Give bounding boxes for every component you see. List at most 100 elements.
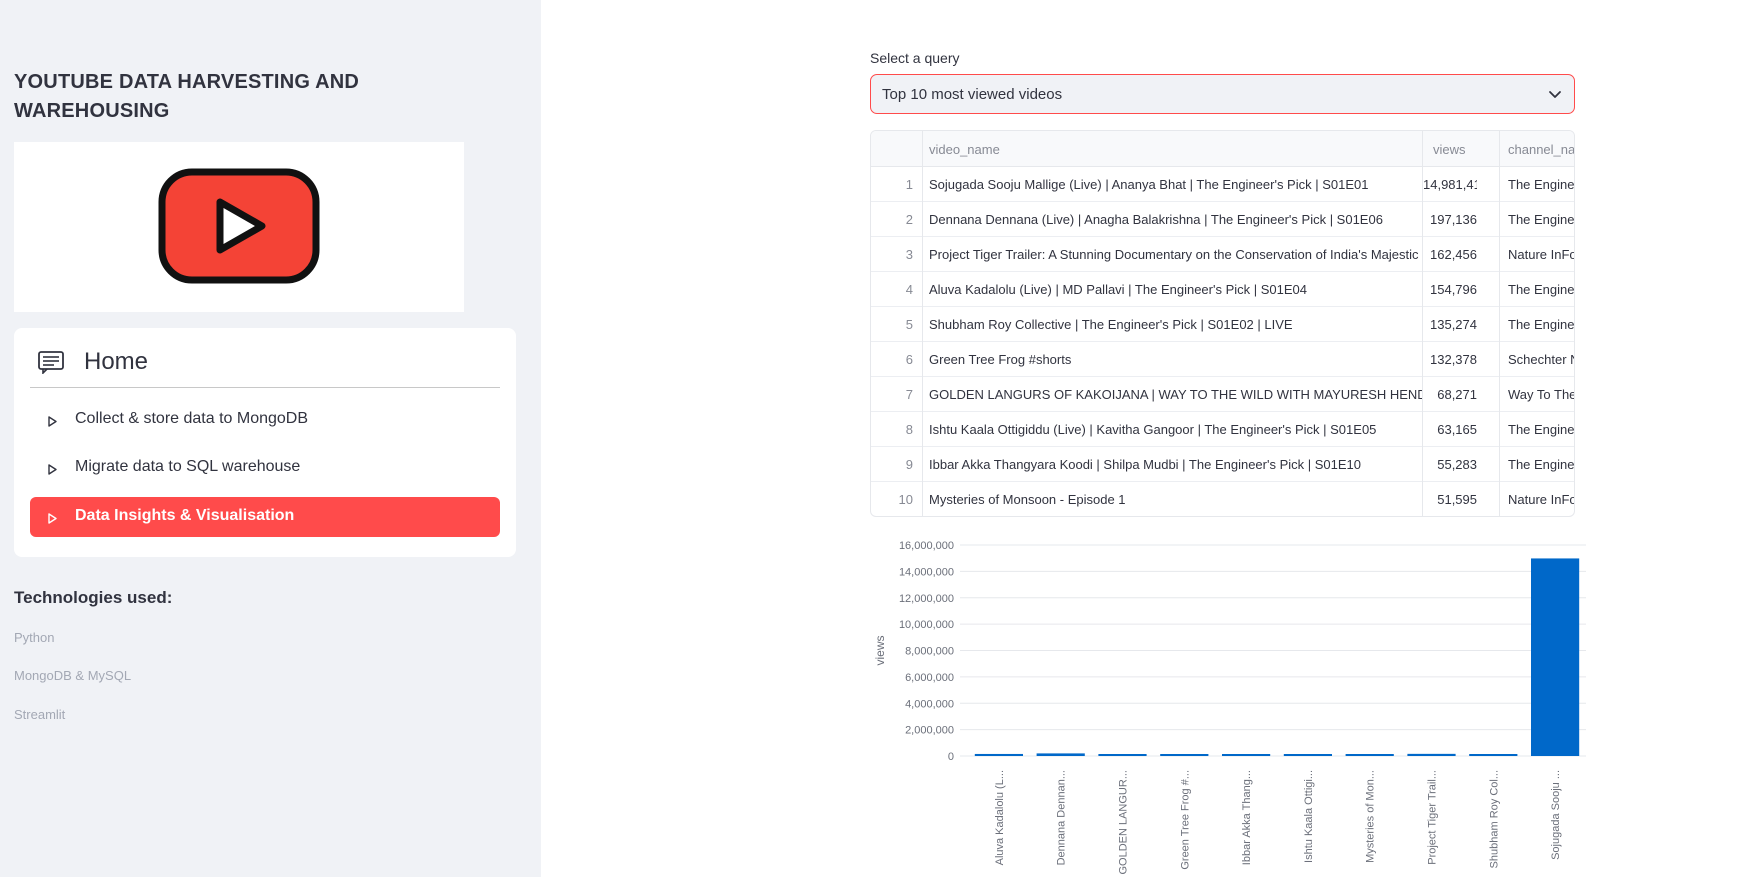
- results-table[interactable]: video_name views channel_na 1 Sojugada So…: [870, 130, 1575, 517]
- bar: [974, 753, 1024, 756]
- x-tick-label: Aluva Kadalolu (L...: [994, 770, 1006, 865]
- y-axis-label: views: [873, 635, 887, 665]
- tech-item: MongoDB & MySQL: [14, 668, 132, 683]
- cell-channel-name[interactable]: The Engine: [1508, 282, 1574, 297]
- cell-video-name[interactable]: GOLDEN LANGURS OF KAKOIJANA | WAY TO THE…: [929, 387, 1423, 402]
- table-row[interactable]: 1 Sojugada Sooju Mallige (Live) | Ananya …: [871, 167, 1574, 202]
- y-tick-label: 6,000,000: [905, 672, 954, 684]
- cell-views[interactable]: 63,165: [1423, 422, 1477, 437]
- bar: [1221, 754, 1271, 756]
- table-row[interactable]: 2 Dennana Dennana (Live) | Anagha Balakri…: [871, 202, 1574, 237]
- menu-item-migrate[interactable]: Migrate data to SQL warehouse: [30, 448, 500, 488]
- cell-views[interactable]: 51,595: [1423, 492, 1477, 507]
- cell-video-name[interactable]: Shubham Roy Collective | The Engineer's …: [929, 317, 1423, 332]
- bar: [1160, 754, 1209, 756]
- row-index[interactable]: 8: [873, 422, 913, 437]
- cell-channel-name[interactable]: The Engine: [1508, 457, 1574, 472]
- y-tick-label: 10,000,000: [899, 619, 954, 631]
- cell-views[interactable]: 68,271: [1423, 387, 1477, 402]
- row-index[interactable]: 4: [873, 282, 913, 297]
- cell-channel-name[interactable]: The Engine: [1508, 317, 1574, 332]
- menu-item-insights[interactable]: Data Insights & Visualisation: [30, 497, 500, 537]
- row-index[interactable]: 7: [873, 387, 913, 402]
- cell-views[interactable]: 135,274: [1423, 317, 1477, 332]
- cell-channel-name[interactable]: Nature InFo: [1508, 247, 1574, 262]
- column-header-channel-name[interactable]: channel_na: [1508, 142, 1574, 157]
- table-row[interactable]: 4 Aluva Kadalolu (Live) | MD Pallavi | Th…: [871, 272, 1574, 307]
- app-title: YOUTUBE DATA HARVESTING AND WAREHOUSING: [14, 71, 360, 122]
- row-index[interactable]: 9: [873, 457, 913, 472]
- cell-channel-name[interactable]: Nature InFo: [1508, 492, 1574, 507]
- cell-video-name[interactable]: Ishtu Kaala Ottigiddu (Live) | Kavitha G…: [929, 422, 1423, 437]
- play-triangle-icon: [48, 414, 57, 432]
- y-tick-label: 4,000,000: [905, 698, 954, 710]
- cell-video-name[interactable]: Project Tiger Trailer: A Stunning Docume…: [929, 247, 1423, 262]
- row-index[interactable]: 6: [873, 352, 913, 367]
- y-tick-label: 16,000,000: [899, 540, 954, 552]
- bar: [1469, 754, 1518, 756]
- cell-channel-name[interactable]: The Engine: [1508, 212, 1574, 227]
- column-divider: [922, 131, 923, 516]
- query-select[interactable]: Top 10 most viewed videos: [870, 74, 1575, 114]
- cell-views[interactable]: 154,796: [1423, 282, 1477, 297]
- table-header: video_name views channel_na: [871, 131, 1574, 167]
- y-tick-label: 0: [948, 751, 954, 763]
- sidebar: YOUTUBE DATA HARVESTING AND WAREHOUSING …: [0, 0, 541, 877]
- column-divider: [1422, 131, 1423, 516]
- tech-item: Streamlit: [14, 707, 66, 722]
- main-content: Select a query Top 10 most viewed videos…: [541, 0, 1753, 877]
- y-tick-label: 2,000,000: [905, 725, 954, 737]
- row-index[interactable]: 5: [873, 317, 913, 332]
- cell-video-name[interactable]: Sojugada Sooju Mallige (Live) | Ananya B…: [929, 177, 1423, 192]
- table-row[interactable]: 3 Project Tiger Trailer: A Stunning Docum…: [871, 237, 1574, 272]
- query-select-label: Select a query: [870, 50, 960, 66]
- row-index[interactable]: 10: [873, 492, 913, 507]
- cell-views[interactable]: 162,456: [1423, 247, 1477, 262]
- play-triangle-icon: [48, 462, 57, 480]
- bar: [1530, 558, 1580, 756]
- table-row[interactable]: 10 Mysteries of Monsoon - Episode 1 51,595…: [871, 482, 1574, 516]
- youtube-logo: [14, 142, 464, 312]
- cell-video-name[interactable]: Mysteries of Monsoon - Episode 1: [929, 492, 1423, 507]
- table-row[interactable]: 9 Ibbar Akka Thangyara Koodi | Shilpa Mud…: [871, 447, 1574, 482]
- cell-video-name[interactable]: Dennana Dennana (Live) | Anagha Balakris…: [929, 212, 1423, 227]
- table-row[interactable]: 5 Shubham Roy Collective | The Engineer's…: [871, 307, 1574, 342]
- cell-video-name[interactable]: Green Tree Frog #shorts: [929, 352, 1423, 367]
- cell-video-name[interactable]: Aluva Kadalolu (Live) | MD Pallavi | The…: [929, 282, 1423, 297]
- chevron-down-icon[interactable]: [1548, 87, 1562, 106]
- menu-item-label: Collect & store data to MongoDB: [75, 410, 309, 427]
- row-index[interactable]: 1: [873, 177, 913, 192]
- technologies-heading: Technologies used:: [14, 588, 173, 607]
- x-tick-label: Ishtu Kaala Ottigi...: [1303, 770, 1315, 863]
- menu-item-collect[interactable]: Collect & store data to MongoDB: [30, 400, 500, 440]
- cell-views[interactable]: 197,136: [1423, 212, 1477, 227]
- views-bar-chart: 0 2,000,000 4,000,000 6,000,000 8,000,000 10,…: [873, 540, 1586, 875]
- x-tick-label: Green Tree Frog #...: [1179, 770, 1191, 870]
- play-triangle-icon: [48, 511, 57, 529]
- row-index[interactable]: 2: [873, 212, 913, 227]
- cell-channel-name[interactable]: Way To The: [1508, 387, 1574, 402]
- cell-channel-name[interactable]: Schechter N: [1508, 352, 1574, 367]
- cell-channel-name[interactable]: The Engine: [1508, 422, 1574, 437]
- x-tick-label: Project Tiger Trail...: [1427, 770, 1439, 865]
- column-header-views[interactable]: views: [1433, 142, 1466, 157]
- cell-video-name[interactable]: Ibbar Akka Thangyara Koodi | Shilpa Mudb…: [929, 457, 1423, 472]
- menu-item-label: Migrate data to SQL warehouse: [75, 458, 301, 475]
- cell-views[interactable]: 55,283: [1423, 457, 1477, 472]
- bar: [1283, 754, 1333, 756]
- table-row[interactable]: 7 GOLDEN LANGURS OF KAKOIJANA | WAY TO TH…: [871, 377, 1574, 412]
- cell-channel-name[interactable]: The Engine: [1508, 177, 1574, 192]
- row-index[interactable]: 3: [873, 247, 913, 262]
- youtube-logo-icon: [158, 168, 320, 284]
- column-header-video-name[interactable]: video_name: [929, 142, 1000, 157]
- x-tick-label: Mysteries of Mon...: [1365, 770, 1377, 863]
- table-row[interactable]: 8 Ishtu Kaala Ottigiddu (Live) | Kavitha …: [871, 412, 1574, 447]
- cell-views[interactable]: 14,981,414: [1423, 177, 1477, 192]
- x-tick-label: Ibbar Akka Thang...: [1241, 770, 1253, 865]
- table-row[interactable]: 6 Green Tree Frog #shorts 132,378 Schechter…: [871, 342, 1574, 377]
- bar: [1036, 753, 1085, 756]
- column-divider: [1499, 131, 1500, 516]
- cell-views[interactable]: 132,378: [1423, 352, 1477, 367]
- x-tick-label: Shubham Roy Col...: [1488, 770, 1500, 868]
- bar: [1345, 754, 1394, 756]
